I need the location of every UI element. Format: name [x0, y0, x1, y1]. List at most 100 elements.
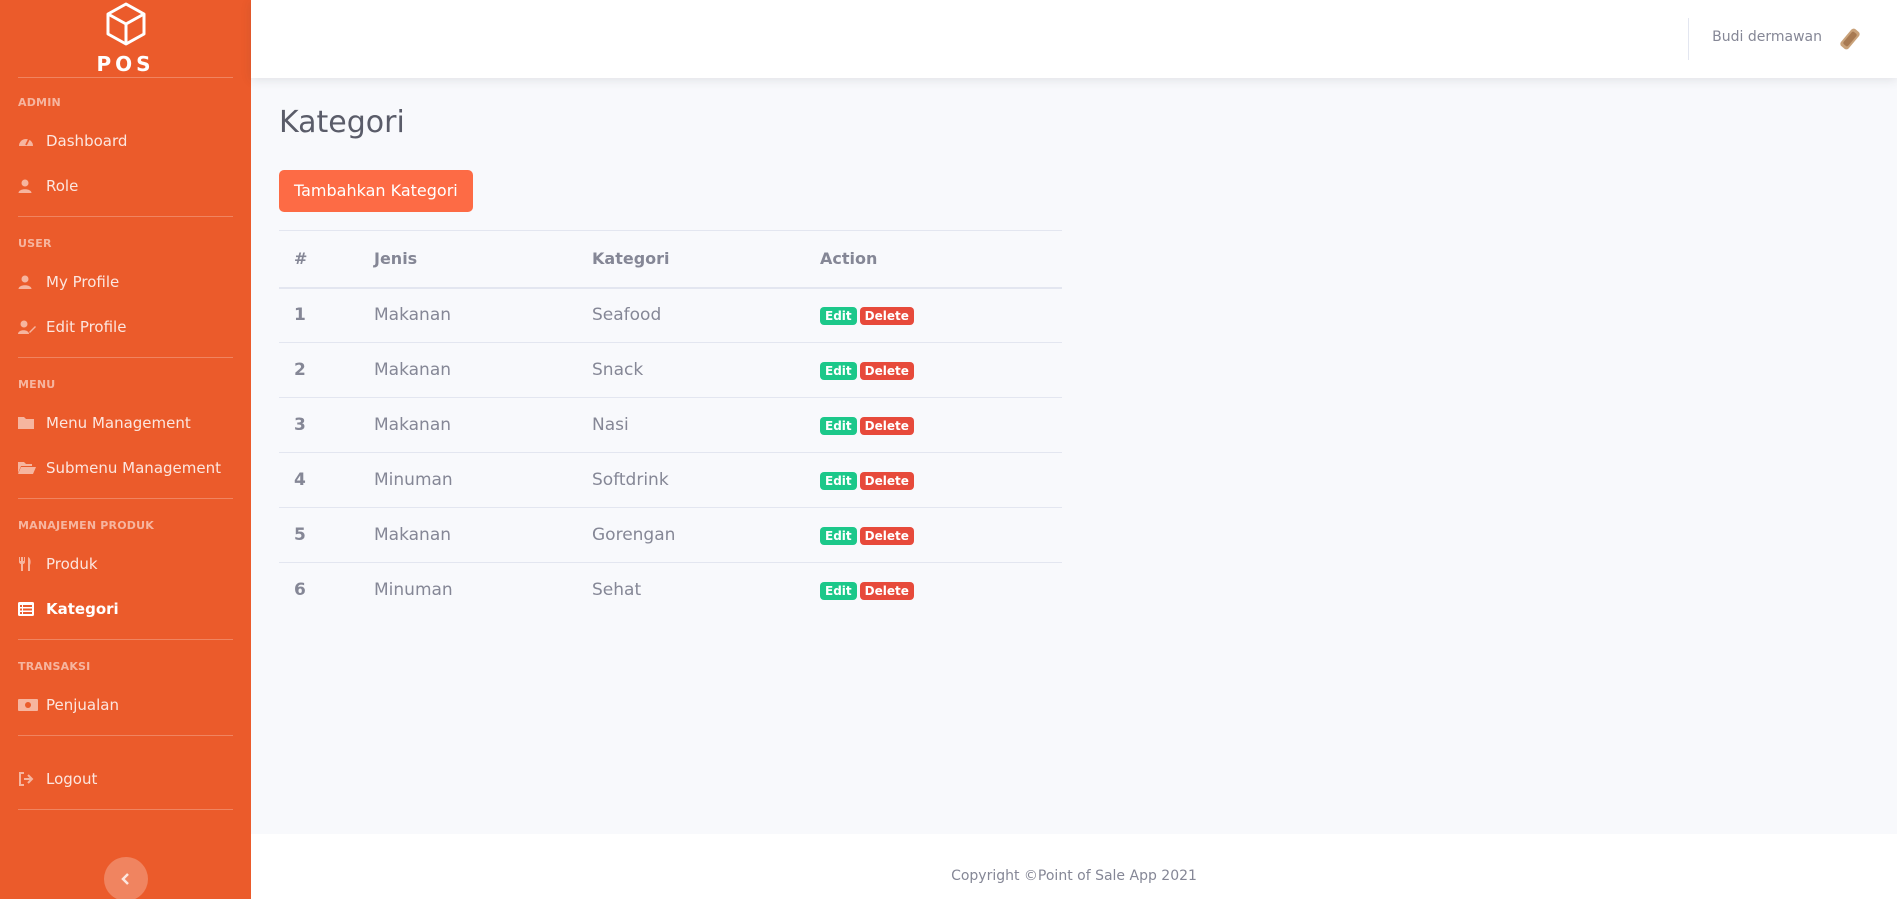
row-jenis: Minuman: [359, 452, 577, 508]
user-name[interactable]: Budi dermawan: [1712, 29, 1822, 45]
delete-button[interactable]: Delete: [859, 527, 914, 545]
sidebar-divider: [18, 498, 233, 499]
sidebar-item-penjualan[interactable]: Penjualan: [0, 682, 251, 727]
row-actions: Edit Delete: [805, 563, 1062, 618]
sidebar-item-my-profile[interactable]: My Profile: [0, 259, 251, 304]
row-number: 3: [279, 397, 359, 453]
sidebar-item-label: Logout: [46, 769, 98, 788]
sidebar-item-label: Submenu Management: [46, 458, 221, 477]
edit-button[interactable]: Edit: [820, 527, 857, 545]
folder-open-icon: [18, 461, 46, 474]
row-number: 5: [279, 507, 359, 563]
column-header-action: Action: [805, 230, 1062, 289]
row-jenis: Minuman: [374, 580, 453, 601]
avatar[interactable]: [1835, 24, 1865, 54]
footer: Copyright ©Point of Sale App 2021: [251, 834, 1897, 899]
sidebar-toggle-button[interactable]: [104, 857, 148, 899]
sidebar-item-label: Edit Profile: [46, 317, 127, 336]
sidebar-item-submenu-management[interactable]: Submenu Management: [0, 445, 251, 490]
page-title: Kategori: [279, 105, 405, 140]
row-kategori: Sehat: [592, 580, 642, 601]
row-kategori: Nasi: [577, 397, 805, 453]
row-actions: Edit Delete: [805, 287, 1062, 343]
brand[interactable]: POS: [18, 0, 233, 78]
add-category-button[interactable]: Tambahkan Kategori: [279, 170, 473, 212]
column-header-jenis: Jenis: [359, 230, 577, 289]
table-row: 2 Makanan Snack Edit Delete: [279, 342, 1062, 398]
row-number: 6: [294, 580, 306, 601]
sidebar-item-label: Role: [46, 176, 79, 195]
sidebar-divider: [18, 735, 233, 736]
sidebar-item-menu-management[interactable]: Menu Management: [0, 400, 251, 445]
sidebar-divider: [18, 809, 233, 810]
table-row: 4 Minuman Softdrink Edit Delete: [279, 452, 1062, 508]
row-jenis: Makanan: [359, 287, 577, 343]
table-row: 1 Makanan Seafood Edit Delete: [279, 287, 1062, 343]
edit-button[interactable]: Edit: [820, 362, 857, 380]
row-kategori: Seafood: [577, 287, 805, 343]
folder-icon: [18, 416, 46, 429]
delete-button[interactable]: Delete: [859, 472, 914, 490]
sign-out-icon: [18, 771, 46, 786]
table-row: 5 Makanan Gorengan Edit Delete: [279, 507, 1062, 563]
list-icon: [18, 601, 46, 616]
brand-logo-text: POS: [96, 51, 155, 76]
sidebar-heading: User: [18, 237, 52, 250]
sidebar-divider: [18, 639, 233, 640]
sidebar-item-label: My Profile: [46, 272, 120, 291]
sidebar-heading: Menu: [18, 378, 56, 391]
sidebar-item-label: Penjualan: [46, 695, 119, 714]
row-kategori: Snack: [577, 342, 805, 398]
row-actions: Edit Delete: [805, 507, 1062, 563]
table-row: 6 Minuman Sehat Edit Delete: [279, 563, 1062, 618]
main-content: Kategori Tambahkan Kategori # Jenis Kate…: [251, 78, 1897, 834]
row-jenis: Makanan: [359, 342, 577, 398]
edit-button[interactable]: Edit: [820, 307, 857, 326]
user-icon: [18, 179, 46, 193]
row-number: 4: [279, 452, 359, 508]
row-kategori: Gorengan: [577, 507, 805, 563]
copyright-text: Copyright ©Point of Sale App 2021: [951, 868, 1197, 884]
sidebar-item-logout[interactable]: Logout: [0, 756, 251, 801]
edit-button[interactable]: Edit: [820, 582, 857, 601]
column-header-number: #: [279, 230, 359, 289]
delete-button[interactable]: Delete: [859, 417, 914, 435]
delete-button[interactable]: Delete: [859, 582, 914, 601]
row-number: 1: [279, 287, 359, 343]
table-row: 3 Makanan Nasi Edit Delete: [279, 397, 1062, 453]
row-actions: Edit Delete: [805, 342, 1062, 398]
row-actions: Edit Delete: [805, 397, 1062, 453]
sidebar-item-label: Produk: [46, 554, 98, 573]
row-number: 2: [279, 342, 359, 398]
sidebar-heading: Admin: [18, 96, 61, 109]
sidebar-item-dashboard[interactable]: Dashboard: [0, 118, 251, 163]
row-jenis: Makanan: [359, 397, 577, 453]
cube-icon: [105, 2, 147, 50]
sidebar-item-label: Dashboard: [46, 131, 128, 150]
edit-button[interactable]: Edit: [820, 417, 857, 435]
edit-button[interactable]: Edit: [820, 472, 857, 490]
sidebar-item-produk[interactable]: Produk: [0, 541, 251, 586]
sidebar-item-label: Menu Management: [46, 413, 191, 432]
table-header-row: # Jenis Kategori Action: [279, 230, 1062, 289]
row-kategori: Softdrink: [577, 452, 805, 508]
column-header-kategori: Kategori: [577, 230, 805, 289]
sidebar-divider: [18, 357, 233, 358]
user-edit-icon: [18, 320, 46, 334]
delete-button[interactable]: Delete: [859, 362, 914, 380]
sidebar-item-edit-profile[interactable]: Edit Profile: [0, 304, 251, 349]
row-actions: Edit Delete: [805, 452, 1062, 508]
sidebar-divider: [18, 216, 233, 217]
tachometer-icon: [18, 134, 46, 148]
sidebar-heading: Transaksi: [18, 660, 91, 673]
sidebar: POS Admin Dashboard Role User My Profile Edit…: [0, 0, 251, 899]
chevron-left-icon: [121, 870, 131, 889]
topbar: Budi dermawan: [251, 0, 1897, 78]
sidebar-item-kategori[interactable]: Kategori: [0, 586, 251, 631]
utensils-icon: [18, 556, 46, 571]
delete-button[interactable]: Delete: [859, 307, 914, 326]
sidebar-item-label: Kategori: [46, 599, 119, 618]
category-table: # Jenis Kategori Action 1 Makanan Seafood E…: [279, 230, 1062, 618]
sidebar-item-role[interactable]: Role: [0, 163, 251, 208]
row-jenis: Makanan: [359, 507, 577, 563]
